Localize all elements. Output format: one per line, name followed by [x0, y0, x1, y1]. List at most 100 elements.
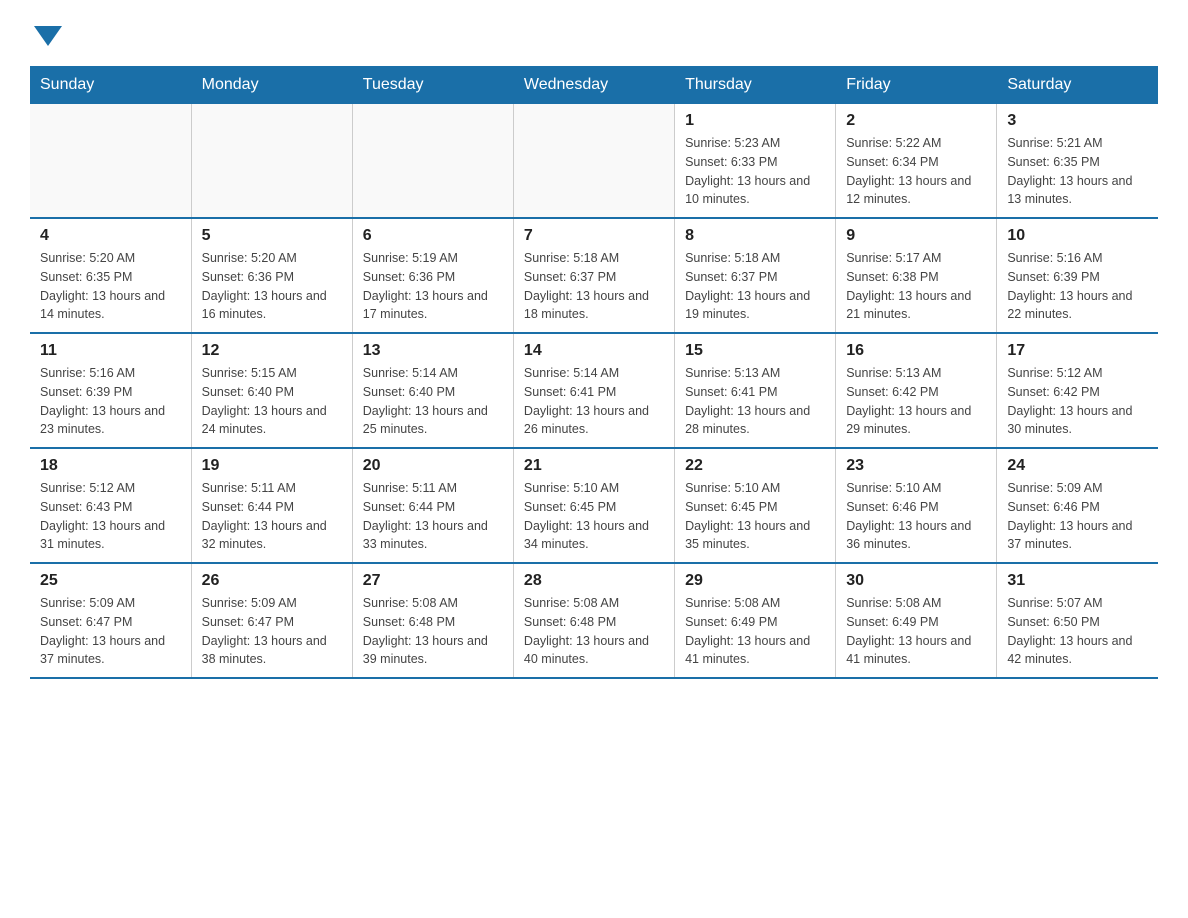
- day-info: Sunrise: 5:18 AM Sunset: 6:37 PM Dayligh…: [524, 249, 664, 324]
- calendar-table: SundayMondayTuesdayWednesdayThursdayFrid…: [30, 66, 1158, 679]
- day-info: Sunrise: 5:17 AM Sunset: 6:38 PM Dayligh…: [846, 249, 986, 324]
- day-number: 8: [685, 227, 825, 245]
- weekday-header-row: SundayMondayTuesdayWednesdayThursdayFrid…: [30, 66, 1158, 104]
- calendar-cell: 11 Sunrise: 5:16 AM Sunset: 6:39 PM Dayli…: [30, 333, 191, 448]
- day-info: Sunrise: 5:16 AM Sunset: 6:39 PM Dayligh…: [1007, 249, 1148, 324]
- day-number: 30: [846, 572, 986, 590]
- calendar-cell: 4 Sunrise: 5:20 AM Sunset: 6:35 PM Daylig…: [30, 218, 191, 333]
- day-info: Sunrise: 5:08 AM Sunset: 6:48 PM Dayligh…: [524, 594, 664, 669]
- calendar-cell: 18 Sunrise: 5:12 AM Sunset: 6:43 PM Dayli…: [30, 448, 191, 563]
- day-info: Sunrise: 5:20 AM Sunset: 6:36 PM Dayligh…: [202, 249, 342, 324]
- calendar-cell: 25 Sunrise: 5:09 AM Sunset: 6:47 PM Dayli…: [30, 563, 191, 678]
- weekday-header-saturday: Saturday: [997, 66, 1158, 104]
- day-info: Sunrise: 5:09 AM Sunset: 6:46 PM Dayligh…: [1007, 479, 1148, 554]
- calendar-cell: 19Sunrise: 5:11 AM Sunset: 6:44 PM Dayli…: [191, 448, 352, 563]
- day-number: 26: [202, 572, 342, 590]
- weekday-header-friday: Friday: [836, 66, 997, 104]
- day-number: 20: [363, 457, 503, 475]
- calendar-cell: 22 Sunrise: 5:10 AM Sunset: 6:45 PM Dayli…: [675, 448, 836, 563]
- day-info: Sunrise: 5:08 AM Sunset: 6:48 PM Dayligh…: [363, 594, 503, 669]
- calendar-cell: 7 Sunrise: 5:18 AM Sunset: 6:37 PM Daylig…: [513, 218, 674, 333]
- calendar-cell: 15Sunrise: 5:13 AM Sunset: 6:41 PM Dayli…: [675, 333, 836, 448]
- calendar-cell: 3 Sunrise: 5:21 AM Sunset: 6:35 PM Daylig…: [997, 104, 1158, 218]
- day-info: Sunrise: 5:13 AM Sunset: 6:42 PM Dayligh…: [846, 364, 986, 439]
- calendar-body: 1 Sunrise: 5:23 AM Sunset: 6:33 PM Daylig…: [30, 104, 1158, 678]
- calendar-cell: 9 Sunrise: 5:17 AM Sunset: 6:38 PM Daylig…: [836, 218, 997, 333]
- day-number: 14: [524, 342, 664, 360]
- day-info: Sunrise: 5:10 AM Sunset: 6:45 PM Dayligh…: [685, 479, 825, 554]
- calendar-cell: [513, 104, 674, 218]
- day-info: Sunrise: 5:08 AM Sunset: 6:49 PM Dayligh…: [685, 594, 825, 669]
- weekday-header-tuesday: Tuesday: [352, 66, 513, 104]
- calendar-cell: 31 Sunrise: 5:07 AM Sunset: 6:50 PM Dayli…: [997, 563, 1158, 678]
- day-info: Sunrise: 5:14 AM Sunset: 6:41 PM Dayligh…: [524, 364, 664, 439]
- logo: [30, 20, 62, 46]
- calendar-cell: 29 Sunrise: 5:08 AM Sunset: 6:49 PM Dayli…: [675, 563, 836, 678]
- calendar-cell: 23Sunrise: 5:10 AM Sunset: 6:46 PM Dayli…: [836, 448, 997, 563]
- day-info: Sunrise: 5:20 AM Sunset: 6:35 PM Dayligh…: [40, 249, 181, 324]
- day-info: Sunrise: 5:11 AM Sunset: 6:44 PM Dayligh…: [363, 479, 503, 554]
- day-number: 15: [685, 342, 825, 360]
- day-number: 11: [40, 342, 181, 360]
- day-info: Sunrise: 5:12 AM Sunset: 6:43 PM Dayligh…: [40, 479, 181, 554]
- calendar-cell: 17 Sunrise: 5:12 AM Sunset: 6:42 PM Dayli…: [997, 333, 1158, 448]
- calendar-week-2: 4 Sunrise: 5:20 AM Sunset: 6:35 PM Daylig…: [30, 218, 1158, 333]
- calendar-cell: [352, 104, 513, 218]
- day-number: 13: [363, 342, 503, 360]
- calendar-cell: 6Sunrise: 5:19 AM Sunset: 6:36 PM Daylig…: [352, 218, 513, 333]
- day-number: 16: [846, 342, 986, 360]
- day-number: 31: [1007, 572, 1148, 590]
- day-number: 27: [363, 572, 503, 590]
- day-number: 2: [846, 112, 986, 130]
- day-number: 28: [524, 572, 664, 590]
- day-info: Sunrise: 5:18 AM Sunset: 6:37 PM Dayligh…: [685, 249, 825, 324]
- day-info: Sunrise: 5:22 AM Sunset: 6:34 PM Dayligh…: [846, 134, 986, 209]
- calendar-cell: 27 Sunrise: 5:08 AM Sunset: 6:48 PM Dayli…: [352, 563, 513, 678]
- day-info: Sunrise: 5:09 AM Sunset: 6:47 PM Dayligh…: [40, 594, 181, 669]
- day-info: Sunrise: 5:10 AM Sunset: 6:45 PM Dayligh…: [524, 479, 664, 554]
- day-info: Sunrise: 5:23 AM Sunset: 6:33 PM Dayligh…: [685, 134, 825, 209]
- calendar-cell: 12 Sunrise: 5:15 AM Sunset: 6:40 PM Dayli…: [191, 333, 352, 448]
- day-info: Sunrise: 5:12 AM Sunset: 6:42 PM Dayligh…: [1007, 364, 1148, 439]
- calendar-cell: [30, 104, 191, 218]
- day-number: 12: [202, 342, 342, 360]
- day-number: 17: [1007, 342, 1148, 360]
- day-number: 29: [685, 572, 825, 590]
- day-info: Sunrise: 5:11 AM Sunset: 6:44 PM Dayligh…: [202, 479, 342, 554]
- weekday-header-wednesday: Wednesday: [513, 66, 674, 104]
- day-number: 5: [202, 227, 342, 245]
- day-info: Sunrise: 5:16 AM Sunset: 6:39 PM Dayligh…: [40, 364, 181, 439]
- calendar-week-3: 11 Sunrise: 5:16 AM Sunset: 6:39 PM Dayli…: [30, 333, 1158, 448]
- calendar-cell: 14 Sunrise: 5:14 AM Sunset: 6:41 PM Dayli…: [513, 333, 674, 448]
- day-number: 6: [363, 227, 503, 245]
- day-info: Sunrise: 5:21 AM Sunset: 6:35 PM Dayligh…: [1007, 134, 1148, 209]
- day-info: Sunrise: 5:15 AM Sunset: 6:40 PM Dayligh…: [202, 364, 342, 439]
- calendar-week-4: 18 Sunrise: 5:12 AM Sunset: 6:43 PM Dayli…: [30, 448, 1158, 563]
- day-number: 3: [1007, 112, 1148, 130]
- day-number: 4: [40, 227, 181, 245]
- logo-triangle-icon: [34, 26, 62, 46]
- calendar-cell: 26 Sunrise: 5:09 AM Sunset: 6:47 PM Dayli…: [191, 563, 352, 678]
- day-number: 21: [524, 457, 664, 475]
- calendar-cell: 16 Sunrise: 5:13 AM Sunset: 6:42 PM Dayli…: [836, 333, 997, 448]
- calendar-cell: 1 Sunrise: 5:23 AM Sunset: 6:33 PM Daylig…: [675, 104, 836, 218]
- calendar-cell: 21 Sunrise: 5:10 AM Sunset: 6:45 PM Dayli…: [513, 448, 674, 563]
- day-number: 25: [40, 572, 181, 590]
- day-number: 18: [40, 457, 181, 475]
- day-info: Sunrise: 5:10 AM Sunset: 6:46 PM Dayligh…: [846, 479, 986, 554]
- day-number: 7: [524, 227, 664, 245]
- day-number: 10: [1007, 227, 1148, 245]
- weekday-header-monday: Monday: [191, 66, 352, 104]
- day-info: Sunrise: 5:09 AM Sunset: 6:47 PM Dayligh…: [202, 594, 342, 669]
- day-number: 9: [846, 227, 986, 245]
- day-info: Sunrise: 5:14 AM Sunset: 6:40 PM Dayligh…: [363, 364, 503, 439]
- calendar-cell: 13 Sunrise: 5:14 AM Sunset: 6:40 PM Dayli…: [352, 333, 513, 448]
- calendar-cell: 30Sunrise: 5:08 AM Sunset: 6:49 PM Dayli…: [836, 563, 997, 678]
- calendar-cell: 5 Sunrise: 5:20 AM Sunset: 6:36 PM Daylig…: [191, 218, 352, 333]
- page-header: [30, 20, 1158, 46]
- day-number: 1: [685, 112, 825, 130]
- day-info: Sunrise: 5:07 AM Sunset: 6:50 PM Dayligh…: [1007, 594, 1148, 669]
- calendar-week-1: 1 Sunrise: 5:23 AM Sunset: 6:33 PM Daylig…: [30, 104, 1158, 218]
- day-number: 22: [685, 457, 825, 475]
- day-number: 24: [1007, 457, 1148, 475]
